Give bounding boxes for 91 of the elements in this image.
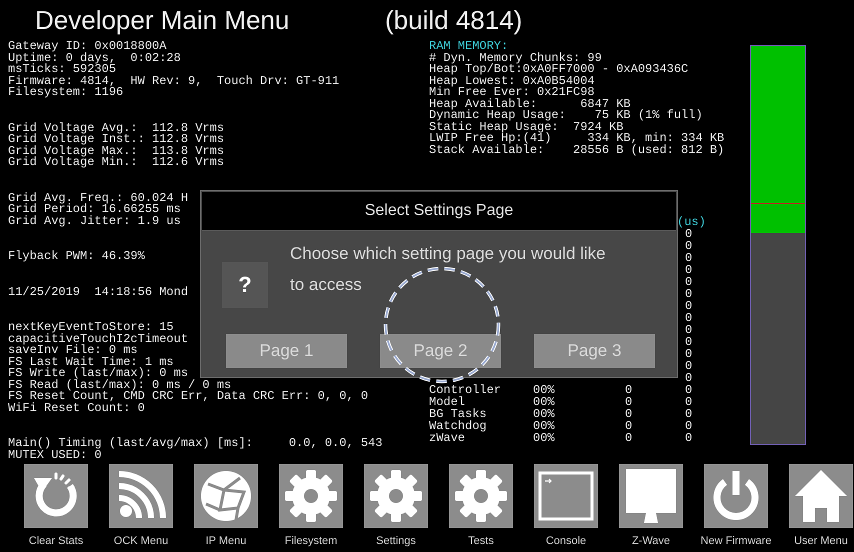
memory-line: LWIP Free Hp:(41) 334 KB, min: 334 KB [429,133,724,144]
table-cell: zWave [429,431,466,445]
signal-waves-icon [109,463,173,529]
status-line: FS Read (last/max): 0 ms / 0 ms [8,380,232,391]
gear-icon [449,463,513,529]
table-cell: Controller [429,383,502,397]
memory-line: Heap Lowest: 0xA0B54004 [429,76,595,87]
status-line: Uptime: 0 days, 0:02:28 [8,52,181,64]
table-cell: 0 [685,419,692,433]
status-line: Flyback PWM: 46.39% [8,251,145,262]
table-cell: 0 [685,407,692,421]
table-cell: 0 [685,431,692,445]
question-mark-icon: ? [222,262,268,308]
memory-line: Static Heap Usage: 7924 KB [429,122,624,133]
status-line: FS Write (last/max): 0 ms [8,368,188,380]
table-cell: 0 [685,347,692,361]
memory-line: Heap Available: 6847 KB [429,98,631,110]
table-cell: 00% [533,383,555,397]
table-cell: 0 [685,275,692,289]
table-cell: 0 [685,263,692,277]
monitor-icon [619,463,683,529]
toolbar-button[interactable]: IP Menu [194,463,258,547]
status-line: Gateway ID: 0x0018800A [8,41,166,52]
table-cell: Model [429,395,466,409]
table-cell: 0 [685,359,692,373]
status-line: Grid Period: 16.66255 ms [8,204,181,216]
table-cell: 0 [685,323,692,337]
build-number: (build 4814) [385,5,522,36]
memory-line: Min Free Ever: 0x21FC98 [429,87,595,98]
table-cell: 0 [685,299,692,313]
table-cell: 0 [685,311,692,325]
table-cell: 0 [625,431,632,445]
status-line: Firmware: 4814, HW Rev: 9, Touch Drv: GT-911 [8,76,340,87]
status-line: nextKeyEventToStore: 15 [8,322,174,334]
section-heading: RAM MEMORY: [429,41,508,52]
table-cell: 0 [685,287,692,301]
table-cell: 0 [625,395,632,409]
table-cell: 0 [685,371,692,385]
power-icon [704,463,768,529]
home-icon [789,463,853,529]
status-line: capacitiveTouchI2cTimeout [8,334,188,345]
table-cell: 00% [533,395,555,409]
table-cell: 0 [625,419,632,433]
gear-icon [279,463,343,529]
table-cell: BG Tasks [429,407,487,421]
toolbar-button[interactable]: Clear Stats [24,463,88,547]
status-line: FS Reset Count, CMD CRC Err, Data CRC Err: 0, 0, 0 [8,391,368,402]
status-line: msTicks: 592305 [8,64,116,76]
toolbar-button[interactable]: Console [534,463,598,547]
memory-line: Dynamic Heap Usage: 75 KB (1% full) [429,110,703,122]
memory-line: Heap Top/Bot:0xA0FF7000 - 0xA093436C [429,64,688,76]
status-line: saveInv File: 0 ms [8,345,138,356]
table-cell: 0 [685,239,692,253]
status-line: FS Last Wait Time: 1 ms [8,356,174,368]
table-cell: 0 [625,407,632,421]
status-line: Grid Voltage Avg.: 112.8 Vrms [8,122,224,134]
toolbar-button[interactable]: Settings [364,463,428,547]
table-cell: 0 [685,383,692,397]
globe-icon [194,463,258,529]
status-line: WiFi Reset Count: 0 [8,402,145,414]
status-line: Main() Timing (last/avg/max) [ms]: 0.0, 0.0, 543 [8,438,382,450]
status-line: MUTEX USED: 0 [8,450,102,461]
terminal-window-icon [534,463,598,529]
gear-icon [364,463,428,529]
table-cell: 00% [533,419,555,433]
table-cell: 00% [533,407,555,421]
status-line: Grid Voltage Inst.: 112.8 Vrms [8,134,224,146]
table-cell: 0 [685,395,692,409]
status-line: Grid Voltage Max.: 113.8 Vrms [8,146,224,157]
table-cell: 0 [685,251,692,265]
status-line: Filesystem: 1196 [8,87,124,98]
table-cell: 0 [625,383,632,397]
table-cell: 0 [685,335,692,349]
toolbar-button[interactable]: Z-Wave [619,463,683,547]
status-line: Grid Avg. Jitter: 1.9 us [8,216,181,227]
dialog-message: Choose which setting page you would like to access [290,243,607,296]
memory-line: # Dyn. Memory Chunks: 99 [429,52,602,64]
dialog-title: Select Settings Page [202,192,676,231]
toolbar-button[interactable]: Filesystem [279,463,343,547]
column-heading: (us) [677,215,706,229]
toolbar-button[interactable]: User Menu [789,463,853,547]
toolbar-button[interactable]: Tests [449,463,513,547]
toolbar-button[interactable]: OCK Menu [109,463,173,547]
screen-title: Developer Main Menu [35,5,290,36]
status-line: 11/25/2019 14:18:56 Mond [8,286,188,298]
memory-line: Stack Available: 28556 B (used: 812 B) [429,144,724,156]
table-cell: 0 [685,227,692,241]
status-line: Grid Avg. Freq.: 60.024 H [8,192,188,204]
table-cell: Watchdog [429,419,487,433]
table-cell: 00% [533,431,555,445]
status-line: Grid Voltage Min.: 112.6 Vrms [8,157,224,168]
